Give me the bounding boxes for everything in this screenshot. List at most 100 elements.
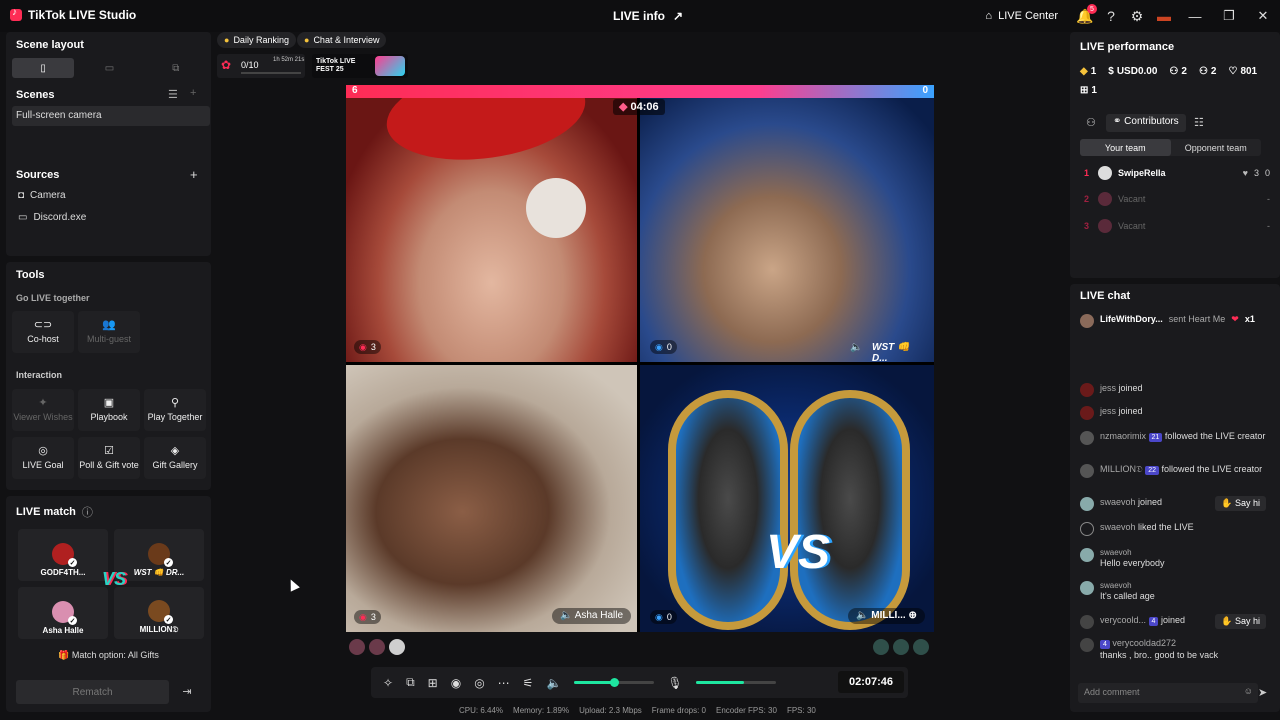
match-player[interactable]: GODF4TH... (18, 529, 108, 581)
gifters-value: 1 (1091, 85, 1097, 96)
contributors-tab[interactable]: ⚭ Contributors (1106, 114, 1186, 132)
fps-stat: FPS: 30 (786, 706, 816, 715)
close-button[interactable]: ✕ (1246, 0, 1280, 32)
target-icon: ◎ (38, 445, 48, 457)
multiguest-button[interactable]: 👥 Multi-guest (78, 311, 140, 353)
timer-icon: ◆ (619, 101, 628, 113)
avatar-icon: ▬ (1157, 8, 1171, 24)
viewer-wishes-button[interactable]: ✦ Viewer Wishes (12, 389, 74, 431)
adjust-icon[interactable]: ⚟ (523, 676, 534, 690)
your-team-tab[interactable]: Your team (1080, 139, 1171, 156)
speaker-icon[interactable]: 🔈 (546, 676, 561, 690)
scene-item-fullscreen-camera[interactable]: Full-screen camera (12, 106, 210, 126)
avatar (1080, 548, 1094, 562)
settings-button[interactable]: ⚙ (1124, 0, 1150, 32)
live-goal-button[interactable]: ◎ LIVE Goal (12, 437, 74, 479)
playbook-button[interactable]: ▣ Playbook (78, 389, 140, 431)
avatar[interactable] (913, 639, 929, 655)
avatar[interactable] (893, 639, 909, 655)
send-icon[interactable]: ➤ (1258, 686, 1267, 699)
avatar[interactable] (873, 639, 889, 655)
add-icon[interactable]: ⊕ (908, 610, 916, 621)
live-info-button[interactable]: LIVE info ↗ (613, 9, 683, 23)
notifications-button[interactable]: 🔔 5 (1072, 0, 1098, 32)
video-tile-host[interactable]: ◉ 3 (346, 98, 637, 362)
add-source-icon[interactable]: + (190, 167, 198, 182)
avatar[interactable] (389, 639, 405, 655)
avatar (1098, 166, 1112, 180)
speaker-volume-slider[interactable] (574, 678, 655, 687)
add-comment-input[interactable]: Add comment ☺ (1078, 683, 1258, 703)
daily-ranking-chip[interactable]: ● Daily Ranking (217, 32, 296, 48)
rank-number: 3 (1084, 221, 1090, 231)
gifters-stat: ⊞ 1 (1080, 85, 1097, 96)
mic-volume-slider[interactable] (695, 681, 776, 684)
avatar (52, 543, 77, 567)
timer-value: 04:06 (630, 101, 659, 113)
say-hi-label: Say hi (1234, 616, 1260, 626)
level-badge: 4 (1100, 640, 1110, 650)
info-icon[interactable]: ⓘ (82, 504, 93, 520)
layout-portrait-tab[interactable]: ▯ (12, 58, 75, 78)
cohost-button[interactable]: ⊂⊃ Co-host (12, 311, 74, 353)
right-score: 0 (922, 85, 928, 96)
poll-gift-vote-button[interactable]: ☑ Poll & Gift vote (78, 437, 140, 479)
source-camera[interactable]: ◘ Camera (18, 190, 66, 201)
rank-row[interactable]: 1 SwipeRella ♥ 3 0 (1084, 165, 1270, 181)
account-button[interactable]: ▬ (1150, 0, 1178, 32)
speaker-icon: 🔈 (856, 610, 869, 621)
say-hi-button[interactable]: ✋ Say hi (1215, 496, 1266, 511)
avatar[interactable] (369, 639, 385, 655)
list-icon[interactable]: ☰ (168, 88, 178, 101)
match-player[interactable]: Asha Halle (18, 587, 108, 639)
source-discord[interactable]: ▭ Discord.exe (18, 212, 86, 223)
record-icon[interactable]: ◉ (451, 676, 461, 690)
tile-score-value: 3 (370, 342, 376, 352)
chat-interview-chip[interactable]: ● Chat & Interview (297, 32, 387, 48)
add-scene-icon[interactable]: + (190, 87, 196, 99)
rematch-button[interactable]: Rematch (16, 680, 169, 704)
layout-icon[interactable]: ⊞ (428, 676, 438, 690)
video-tile-guest[interactable]: ◉ 0 🔈 WST 👊 D... (640, 98, 934, 362)
opponent-team-tab[interactable]: Opponent team (1171, 139, 1262, 156)
emoji-icon[interactable]: ☺ (1244, 686, 1253, 696)
match-option[interactable]: 🎁 Match option: All Gifts (6, 650, 211, 661)
camera-icon: ◘ (18, 190, 25, 201)
followers-stat: ⚇ 2 (1199, 66, 1217, 77)
live-center-button[interactable]: ⌂ LIVE Center (985, 10, 1058, 22)
layout-multi-tab[interactable]: ⧉ (145, 58, 207, 78)
maximize-button[interactable]: ❐ (1212, 0, 1246, 32)
live-goal-widget[interactable]: ✿ 0/10 1h 52m 21s (217, 54, 305, 78)
screen-share-icon[interactable]: ⧉ (406, 675, 415, 690)
match-player[interactable]: WST 👊 DR... (114, 529, 204, 581)
camera-effects-icon[interactable]: ◎ (474, 676, 484, 690)
window-icon: ▭ (18, 212, 28, 223)
santa-hat (380, 98, 592, 172)
video-tile-asha[interactable]: ◉ 3 🔈 Asha Halle (346, 365, 637, 632)
chat-text: joined (1118, 383, 1143, 393)
avatar (52, 601, 77, 625)
avatar[interactable] (349, 639, 365, 655)
live-fest-banner[interactable]: TikTok LIVE FEST 25 (312, 54, 408, 78)
match-player[interactable]: MILLION𝔇 (114, 587, 204, 639)
gift-gallery-button[interactable]: ◈ Gift Gallery (144, 437, 206, 479)
encoder-fps-stat: Encoder FPS: 30 (716, 706, 777, 715)
diamond-icon: ◆ (1080, 66, 1088, 77)
edit-user-icon[interactable]: ⚇ (1086, 116, 1096, 129)
speaker-icon[interactable]: 🔈 (850, 342, 862, 353)
guest-name-tag: WST 👊 D... (872, 342, 910, 362)
say-hi-button[interactable]: ✋ Say hi (1215, 614, 1266, 629)
help-button[interactable]: ? (1098, 0, 1124, 32)
microphone-icon[interactable]: 🎙 (667, 676, 682, 690)
magic-wand-icon[interactable]: ✧ (383, 676, 393, 690)
play-together-button[interactable]: ⚲ Play Together (144, 389, 206, 431)
speaker-volume-knob[interactable] (610, 678, 620, 687)
video-tile-million[interactable]: VS ◉ 0 🔈 MILLI... ⊕ (640, 365, 934, 632)
more-icon[interactable]: ⋯ (498, 676, 510, 690)
list-icon[interactable]: ☷ (1194, 116, 1204, 129)
exit-match-button[interactable]: ⇥ (178, 682, 196, 700)
tools-title: Tools (16, 269, 45, 281)
layout-landscape-tab[interactable]: ▭ (78, 58, 140, 78)
chat-message: swaevoh It's called age (1080, 581, 1270, 603)
minimize-button[interactable]: — (1178, 0, 1212, 32)
